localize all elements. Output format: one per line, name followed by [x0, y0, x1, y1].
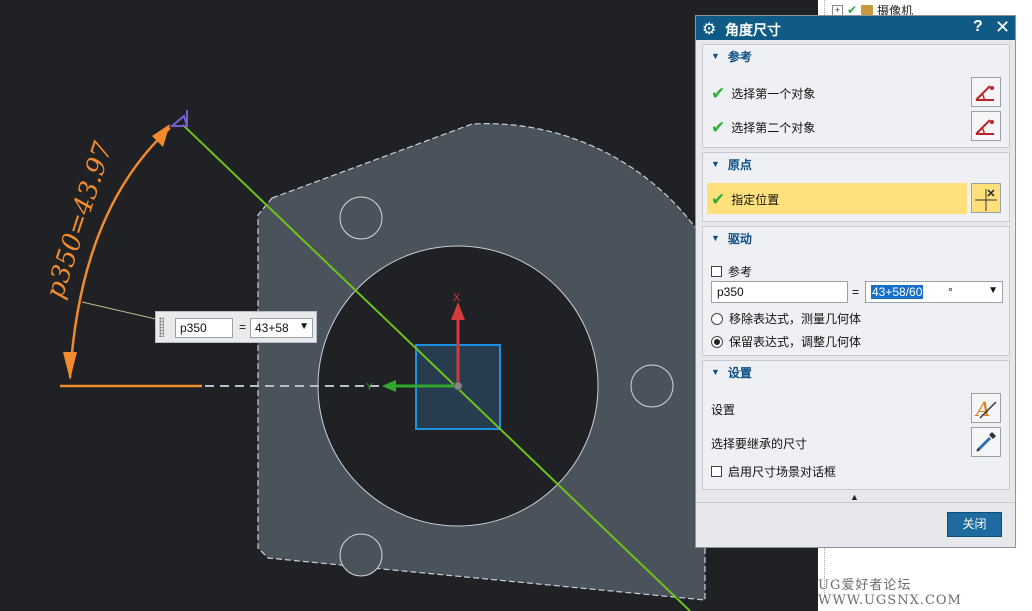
drive-group-header[interactable]: ▼ 驱动 [703, 227, 1009, 249]
scene-dialog-checkbox[interactable] [711, 466, 722, 477]
close-button[interactable]: 关闭 [947, 512, 1002, 537]
reference-checkbox[interactable] [711, 266, 722, 277]
bolt-hole[interactable] [339, 196, 383, 240]
equals-sign: = [852, 285, 860, 299]
reference-group: ▼ 参考 ✔ 选择第一个对象 ✔ 选择第二个对象 [702, 44, 1010, 148]
settings-label: 设置 [711, 403, 736, 417]
text-style-icon: A [974, 397, 997, 421]
origin-group: ▼ 原点 ✔ 指定位置 [702, 152, 1010, 222]
specify-location-row[interactable]: ✔ 指定位置 [707, 183, 967, 214]
dialog-title: 角度尺寸 [725, 22, 781, 38]
watermark: UG爱好者论坛 WWW.UGSNX.COM [818, 578, 962, 608]
inline-name-field[interactable]: p350 [175, 318, 233, 338]
select-second-object-label: 选择第二个对象 [731, 121, 816, 135]
settings-group-header[interactable]: ▼ 设置 [703, 361, 1009, 383]
collapse-icon[interactable]: ▼ [711, 159, 720, 169]
collapse-icon[interactable]: ▼ [711, 233, 720, 243]
keep-expression-option[interactable]: 保留表达式，调整几何体 [711, 333, 861, 350]
remove-expression-option[interactable]: 移除表达式，测量几何体 [711, 310, 861, 327]
angular-dimension-dialog: ⚙ 角度尺寸 ? ✕ ▼ 参考 ✔ 选择第一个对象 ✔ 选择第二个对象 ▼ 原点… [695, 15, 1016, 548]
reference-checkbox-label: 参考 [728, 265, 753, 279]
checkmark-icon: ✔ [711, 83, 726, 103]
specify-location-button[interactable] [971, 183, 1001, 213]
dialog-footer-divider [696, 502, 1015, 503]
gear-icon: ⚙ [702, 21, 717, 38]
reference-checkbox-row[interactable]: 参考 [711, 263, 752, 280]
collapse-up-icon[interactable]: ▲ [850, 492, 859, 502]
inline-expression-field[interactable]: 43+58 ▼ [250, 318, 313, 338]
collapse-icon[interactable]: ▼ [711, 51, 720, 61]
x-axis-label: X [453, 292, 461, 304]
checkmark-icon: ✔ [711, 189, 726, 209]
select-second-object-row[interactable]: ✔ 选择第二个对象 [711, 119, 815, 136]
angle-select-icon [975, 119, 994, 135]
expand-icon[interactable]: + [832, 4, 843, 16]
unit-label: ° [948, 285, 953, 299]
settings-group-title: 设置 [727, 365, 752, 380]
point-location-icon [975, 189, 997, 211]
text-settings-button[interactable]: A [971, 393, 1001, 423]
select-first-object-label: 选择第一个对象 [731, 87, 816, 101]
chevron-down-icon[interactable]: ▼ [988, 285, 998, 296]
expression-value: 43+58/60 [871, 285, 924, 299]
bolt-hole[interactable] [339, 533, 383, 577]
inherit-dimension-row: 选择要继承的尺寸 [711, 435, 807, 452]
select-first-object-row[interactable]: ✔ 选择第一个对象 [711, 85, 815, 102]
close-icon[interactable]: ✕ [995, 17, 1010, 38]
specify-location-label: 指定位置 [731, 193, 780, 207]
dimension-name-field[interactable]: p350 [711, 281, 848, 303]
origin-point [453, 381, 463, 391]
chevron-down-icon[interactable]: ▼ [299, 321, 309, 332]
y-axis-label: Y [366, 382, 373, 393]
scene-dialog-checkbox-row[interactable]: 启用尺寸场景对话框 [711, 463, 836, 480]
angle-select-icon [975, 85, 994, 101]
dialog-title-bar[interactable]: ⚙ 角度尺寸 ? ✕ [696, 16, 1015, 40]
reference-group-title: 参考 [727, 49, 752, 64]
checkmark-icon: ✔ [711, 117, 726, 137]
select-second-object-button[interactable] [971, 111, 1001, 141]
select-first-object-button[interactable] [971, 77, 1001, 107]
origin-group-header[interactable]: ▼ 原点 [703, 153, 1009, 175]
origin-group-title: 原点 [727, 157, 752, 172]
inline-dimension-editor[interactable]: p350 = 43+58 ▼ [155, 311, 317, 343]
remove-expression-radio[interactable] [711, 312, 723, 325]
reference-group-header[interactable]: ▼ 参考 [703, 45, 1009, 67]
collapse-icon[interactable]: ▼ [711, 367, 720, 377]
inline-equals: = [239, 320, 247, 334]
settings-row: 设置 [711, 401, 735, 418]
expression-field[interactable]: 43+58/60 ° ▼ [865, 281, 1003, 303]
remove-expression-label: 移除表达式，测量几何体 [729, 312, 862, 326]
keep-expression-radio[interactable] [711, 335, 723, 348]
inherit-dimension-button[interactable] [971, 427, 1001, 457]
inherit-dimension-label: 选择要继承的尺寸 [711, 437, 808, 451]
scene-dialog-checkbox-label: 启用尺寸场景对话框 [728, 465, 837, 479]
folder-icon [861, 5, 874, 15]
keep-expression-label: 保留表达式，调整几何体 [729, 335, 862, 349]
eyedropper-icon [976, 432, 996, 452]
help-button[interactable]: ? [973, 18, 983, 36]
settings-group: ▼ 设置 设置 A 选择要继承的尺寸 启用尺寸场景对话框 [702, 360, 1010, 490]
drag-grip[interactable] [159, 317, 164, 337]
bolt-hole[interactable] [630, 364, 674, 408]
inline-expression-value: 43+58 [255, 321, 289, 335]
drive-group: ▼ 驱动 参考 p350 = 43+58/60 ° ▼ 移除表达式，测量几何体 … [702, 226, 1010, 356]
drive-group-title: 驱动 [727, 231, 752, 246]
